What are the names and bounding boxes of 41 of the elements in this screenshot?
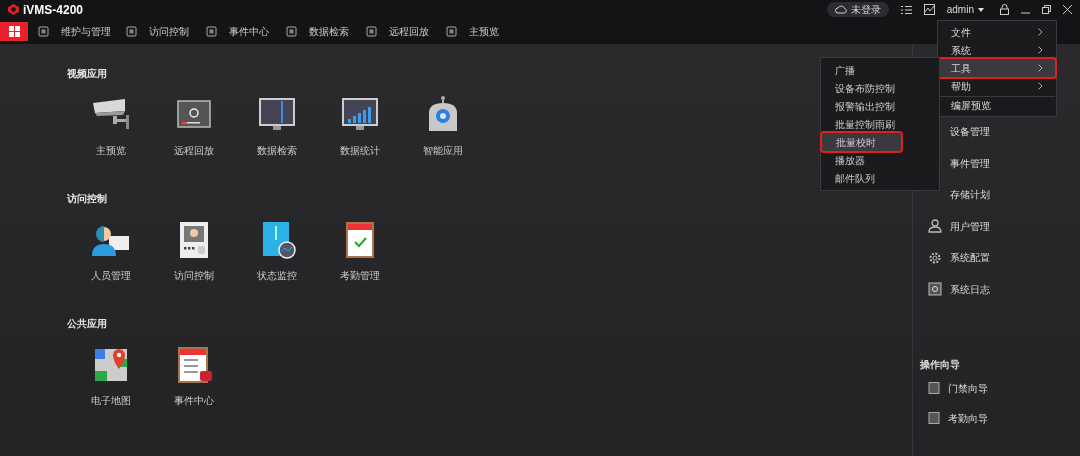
app-title: iVMS-4200 [23, 1, 84, 19]
cloud-icon [834, 5, 847, 14]
chevron-right-icon [1038, 28, 1043, 36]
section-title: 公共应用 [67, 317, 107, 331]
guide-item[interactable]: 考勤向导 [928, 404, 1080, 432]
user-dropdown[interactable]: admin [946, 2, 984, 17]
restore-icon[interactable] [1042, 5, 1051, 14]
nav-tab[interactable]: 维护与管理 [28, 22, 116, 41]
chart-icon[interactable] [923, 4, 935, 15]
submenu-item[interactable]: 批量校时 [822, 133, 901, 151]
nav-tab[interactable]: 远程回放 [356, 22, 436, 41]
caret-icon [978, 7, 984, 12]
section-title: 访问控制 [67, 192, 107, 206]
section-title: 视频应用 [67, 67, 107, 81]
submenu-item[interactable]: 设备布防控制 [821, 79, 939, 97]
lock-icon[interactable] [1000, 4, 1009, 15]
nav-tab[interactable]: 主预览 [436, 22, 516, 41]
home-tab[interactable] [0, 22, 28, 41]
cloud-login-button[interactable]: 未登录 [826, 2, 889, 17]
close-icon[interactable] [1063, 5, 1072, 14]
submenu-item[interactable]: 报警输出控制 [821, 97, 939, 115]
submenu-item[interactable]: 广播 [821, 61, 939, 79]
nav-tab[interactable]: 事件中心 [196, 22, 276, 41]
gear-icon [928, 250, 942, 265]
user-icon [928, 219, 942, 234]
nav-tab[interactable]: 数据检索 [276, 22, 356, 41]
log-icon [928, 282, 942, 297]
menu-item[interactable]: 工具 [939, 59, 1055, 77]
logo-icon [8, 4, 19, 15]
chevron-right-icon [1038, 64, 1043, 72]
side-menu-item[interactable]: 系统配置 [928, 242, 1080, 274]
chevron-right-icon [1038, 82, 1043, 90]
side-menu-item[interactable]: 用户管理 [928, 210, 1080, 242]
side-menu-item[interactable]: 系统日志 [928, 273, 1080, 305]
chevron-right-icon [1038, 46, 1043, 54]
nav-tab[interactable]: 访问控制 [116, 22, 196, 41]
guide-title: 操作向导 [920, 358, 960, 372]
menu-item[interactable]: 文件 [939, 23, 1055, 41]
list-icon[interactable] [900, 4, 912, 15]
grid-icon [8, 26, 20, 37]
guide-item[interactable]: 门禁向导 [928, 374, 1080, 402]
